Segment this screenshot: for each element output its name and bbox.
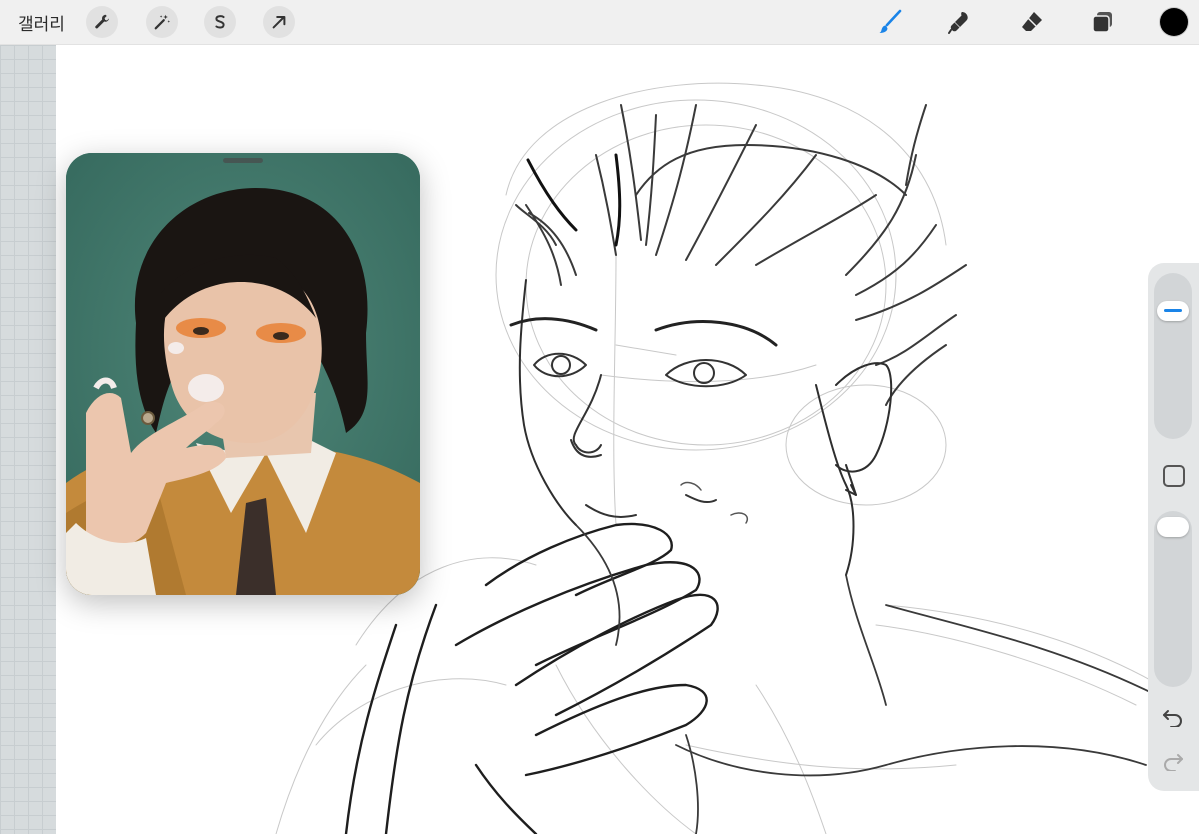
brush-opacity-slider[interactable] [1154, 511, 1192, 687]
selection-s-icon[interactable] [204, 6, 236, 38]
color-picker-button[interactable] [1160, 8, 1188, 36]
brush-size-slider[interactable] [1154, 273, 1192, 439]
eraser-icon[interactable] [1016, 6, 1048, 38]
layers-icon[interactable] [1087, 6, 1119, 38]
smudge-icon[interactable] [944, 6, 976, 38]
wrench-icon[interactable] [86, 6, 118, 38]
brush-size-thumb[interactable] [1157, 301, 1189, 322]
brush-opacity-thumb[interactable] [1157, 517, 1189, 537]
reference-photo [66, 153, 420, 595]
modify-square-icon[interactable] [1163, 465, 1185, 487]
gallery-button[interactable]: 갤러리 [18, 10, 65, 35]
transform-arrow-icon[interactable] [263, 6, 295, 38]
canvas-margin-grid [0, 45, 56, 834]
reference-drag-handle[interactable] [223, 158, 263, 163]
magic-wand-icon[interactable] [146, 6, 178, 38]
redo-icon[interactable] [1160, 751, 1186, 773]
reference-window[interactable] [66, 153, 420, 595]
brush-icon[interactable] [874, 6, 906, 38]
top-toolbar: 갤러리 [0, 0, 1199, 45]
undo-icon[interactable] [1160, 707, 1186, 729]
brush-sidebar [1148, 263, 1199, 791]
